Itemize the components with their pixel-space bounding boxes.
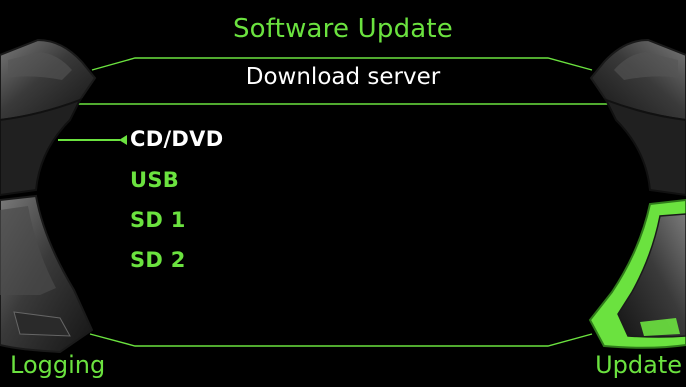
menu-item-cd-dvd[interactable]: CD/DVD (130, 127, 223, 151)
menu-item-sd2[interactable]: SD 2 (130, 248, 186, 272)
header-frame (72, 57, 614, 347)
background-graphics (0, 38, 686, 354)
selection-pointer-icon (58, 135, 127, 145)
menu-item-sd1[interactable]: SD 1 (130, 208, 186, 232)
rotary-knob-bottom-left[interactable] (0, 194, 94, 354)
menu-item-usb[interactable]: USB (130, 168, 179, 192)
softkey-update[interactable]: Update (595, 351, 682, 379)
softkey-logging[interactable]: Logging (10, 351, 105, 379)
page-subtitle: Download server (245, 64, 441, 90)
rotary-knob-bottom-right[interactable] (588, 198, 686, 349)
page-title: Software Update (232, 14, 454, 44)
